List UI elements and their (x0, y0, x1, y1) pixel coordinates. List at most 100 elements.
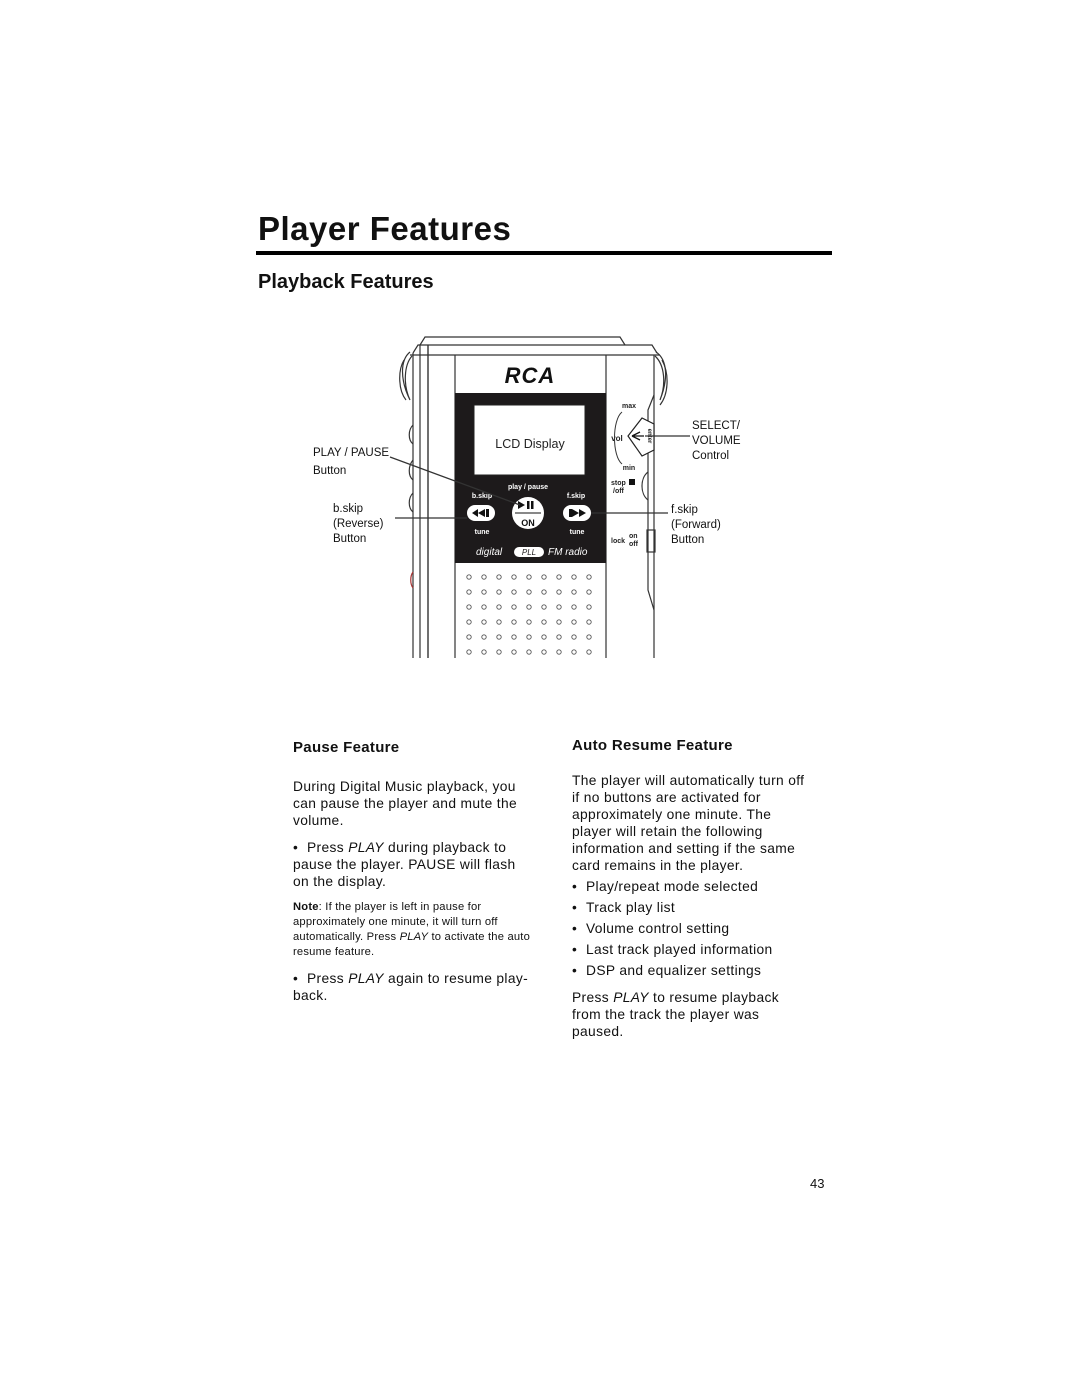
grille-hole (481, 604, 487, 610)
tune-left-label: tune (475, 529, 490, 536)
grille-hole (511, 604, 517, 610)
pause-step-2-prefix: Press (307, 971, 349, 986)
grille-hole (586, 619, 592, 625)
play-pause-callout-line1: PLAY / PAUSE (313, 447, 389, 459)
grille-hole (466, 634, 472, 640)
grille-hole (541, 589, 547, 595)
list-item-text: Track play list (586, 900, 676, 915)
select-volume-callout-line3: Control (692, 450, 729, 462)
grille-hole (526, 619, 532, 625)
grille-hole (571, 589, 577, 595)
grille-hole (466, 589, 472, 595)
bskip-callout-line2: (Reverse) (333, 518, 384, 530)
lock-on-label: on (629, 533, 638, 540)
fskip-device-label: f.skip (567, 493, 585, 500)
pause-step-2: • Press PLAY again to resume play-back. (293, 970, 533, 1004)
grille-hole (556, 604, 562, 610)
grille-hole (571, 604, 577, 610)
play-emphasis: PLAY (348, 971, 384, 986)
grille-hole (511, 649, 517, 655)
tune-right-label: tune (570, 529, 585, 536)
auto-resume-intro: The player will automatically turn off i… (572, 773, 805, 873)
title-rule (256, 251, 832, 255)
pause-feature-section: Pause Feature During Digital Music playb… (293, 739, 533, 1004)
play-pause-button[interactable]: ON (512, 497, 544, 529)
bskip-callout-line3: Button (333, 533, 366, 545)
stop-label: stop (611, 480, 626, 487)
bullet-icon: • (572, 942, 578, 957)
bskip-button[interactable] (467, 505, 495, 521)
grille-hole (556, 574, 562, 580)
grille-hole (511, 619, 517, 625)
grille-hole (586, 604, 592, 610)
auto-resume-section: Auto Resume Feature The player will auto… (572, 737, 812, 1040)
select-volume-dial[interactable]: enter (627, 417, 655, 457)
list-item: • Last track played information (572, 939, 812, 960)
bullet-icon: • (572, 900, 578, 915)
pause-note: Note: If the player is left in pause for… (293, 900, 533, 960)
auto-resume-outro: Press PLAY to resume playback from the t… (572, 989, 812, 1040)
grille-hole (541, 604, 547, 610)
grille-hole (496, 574, 502, 580)
pause-feature-heading: Pause Feature (293, 739, 400, 756)
grille-hole (466, 619, 472, 625)
list-item: • Play/repeat mode selected (572, 876, 812, 897)
outro-prefix: Press (572, 990, 614, 1005)
pause-step-1-prefix: Press (307, 840, 349, 855)
list-item: • DSP and equalizer settings (572, 960, 812, 981)
min-label: min (623, 465, 635, 472)
grille-hole (481, 589, 487, 595)
grille-hole (481, 574, 487, 580)
pll-label: PLL (522, 548, 536, 557)
section-subtitle: Playback Features (258, 271, 434, 293)
bskip-callout-line1: b.skip (333, 503, 363, 515)
list-item: • Track play list (572, 897, 812, 918)
grille-hole (571, 649, 577, 655)
grille-hole (556, 619, 562, 625)
grille-hole (526, 649, 532, 655)
play-pause-device-label: play / pause (508, 484, 548, 491)
grille-hole (511, 589, 517, 595)
off-label: /off (613, 488, 625, 495)
grille-hole (586, 589, 592, 595)
stop-icon (629, 479, 635, 485)
grille-hole (556, 634, 562, 640)
fskip-button[interactable] (563, 505, 591, 521)
play-emphasis: PLAY (613, 990, 649, 1005)
digital-label: digital (476, 547, 503, 558)
page-number: 43 (810, 1176, 825, 1191)
pause-step-1: • Press PLAY during playback to pause the… (293, 839, 533, 890)
grille-hole (541, 649, 547, 655)
fskip-callout-line1: f.skip (671, 504, 698, 516)
grille-hole (571, 619, 577, 625)
note-play-emphasis: PLAY (399, 931, 429, 943)
device-illustration: RCA LCD Display play / pause b.skip f.sk… (313, 336, 741, 658)
pause-feature-intro: During Digital Music playback, you can p… (293, 779, 518, 828)
lock-label: lock (611, 538, 625, 545)
grille-hole (466, 574, 472, 580)
note-label: Note (293, 901, 319, 913)
grille-hole (496, 604, 502, 610)
play-pause-callout-line2: Button (313, 465, 346, 477)
list-item: • Volume control setting (572, 918, 812, 939)
grille-hole (571, 634, 577, 640)
fskip-callout-line3: Button (671, 534, 704, 546)
grille-hole (496, 589, 502, 595)
grille-hole (496, 634, 502, 640)
grille-hole (511, 574, 517, 580)
grille-hole (526, 574, 532, 580)
grille-hole (586, 649, 592, 655)
grille-hole (526, 634, 532, 640)
grille-hole (541, 574, 547, 580)
lock-off-label: off (629, 541, 639, 548)
grille-hole (541, 634, 547, 640)
bullet-icon: • (572, 921, 578, 936)
retained-settings-list: • Play/repeat mode selected • Track play l… (572, 876, 812, 981)
grille-hole (526, 604, 532, 610)
list-item-text: Last track played information (586, 942, 773, 957)
select-volume-callout-line2: VOLUME (692, 435, 741, 447)
play-emphasis: PLAY (348, 840, 384, 855)
grille-hole (466, 604, 472, 610)
rca-logo: RCA (505, 363, 556, 388)
grille-hole (466, 649, 472, 655)
